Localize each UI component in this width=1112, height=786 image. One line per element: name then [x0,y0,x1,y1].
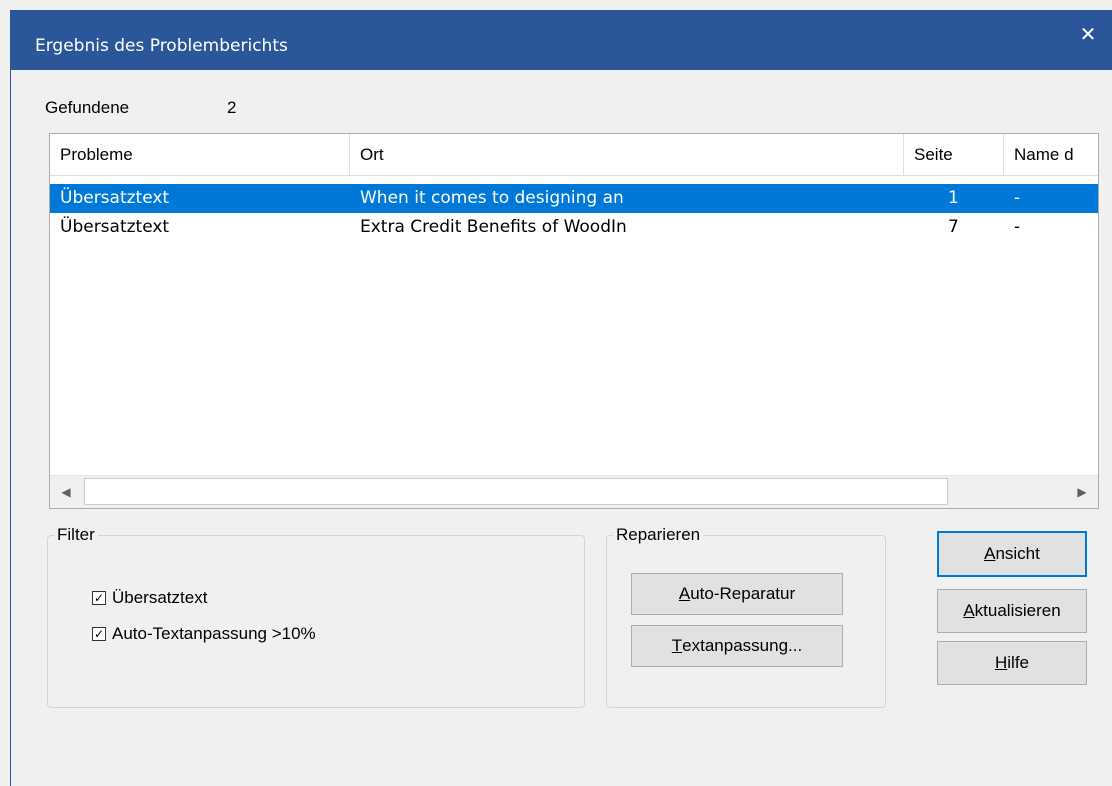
row-location: When it comes to designing an [360,188,624,208]
refresh-button[interactable]: Aktualisieren [937,589,1087,633]
text-fit-button[interactable]: Textanpassung... [631,625,843,667]
button-label: extanpassung... [682,636,803,655]
mnemonic: A [678,584,691,603]
auto-repair-button[interactable]: Auto-Reparatur [631,573,843,615]
filter-option-label: Übersatztext [112,588,208,607]
mnemonic: A [984,544,996,563]
repair-group-title: Reparieren [613,524,704,546]
button-label: nsicht [995,544,1040,563]
row-page: 1 [948,188,959,208]
mnemonic: H [994,653,1008,672]
filter-option-label: Auto-Textanpassung >10% [112,624,316,643]
scroll-left-icon[interactable]: ◀ [50,476,82,508]
row-name: - [1014,217,1021,237]
filter-group-title: Filter [54,524,98,546]
column-header-name[interactable]: Name d [1004,134,1098,176]
problem-list[interactable]: Probleme Ort Seite Name d Übersatztext W… [49,133,1099,509]
horizontal-scrollbar[interactable]: ◀ ▶ [50,475,1098,508]
close-icon[interactable]: ✕ [1074,20,1102,48]
button-label: ilfe [1007,653,1029,672]
mnemonic: T [671,636,683,655]
filter-group: Filter ✓ Übersatztext ✓ Auto-Textanpassu… [47,524,585,708]
checkbox-checked-icon[interactable]: ✓ [92,591,106,605]
column-header-location[interactable]: Ort [350,134,904,176]
table-row[interactable]: Übersatztext When it comes to designing … [50,184,1098,213]
row-problem: Übersatztext [60,217,170,237]
row-page: 7 [948,217,959,237]
row-problem: Übersatztext [60,188,170,208]
list-header: Probleme Ort Seite Name d [50,134,1098,176]
help-button[interactable]: Hilfe [937,641,1087,685]
dialog-window: Ergebnis des Problemberichts ✕ Gefundene… [10,10,1112,786]
table-row[interactable]: Übersatztext Extra Credit Benefits of Wo… [50,213,1098,242]
dialog-title: Ergebnis des Problemberichts [35,36,288,56]
column-header-page[interactable]: Seite [904,134,1004,176]
found-count: 2 [227,98,237,117]
mnemonic: A [963,601,975,620]
repair-group: Reparieren Auto-Reparatur Textanpassung.… [606,524,886,708]
column-header-problems[interactable]: Probleme [50,134,350,176]
checkbox-checked-icon[interactable]: ✓ [92,627,106,641]
button-label: ktualisieren [974,601,1061,620]
scrollbar-thumb[interactable] [84,478,948,505]
found-label: Gefundene [45,98,130,117]
scroll-right-icon[interactable]: ▶ [1066,476,1098,508]
filter-option-autofit[interactable]: ✓ Auto-Textanpassung >10% [92,624,316,644]
title-bar[interactable]: Ergebnis des Problemberichts ✕ [11,10,1112,70]
button-label: uto-Reparatur [690,584,796,603]
view-button[interactable]: Ansicht [937,531,1087,577]
row-name: - [1014,188,1021,208]
row-location: Extra Credit Benefits of WoodIn [360,217,627,237]
filter-option-oversettext[interactable]: ✓ Übersatztext [92,588,207,608]
